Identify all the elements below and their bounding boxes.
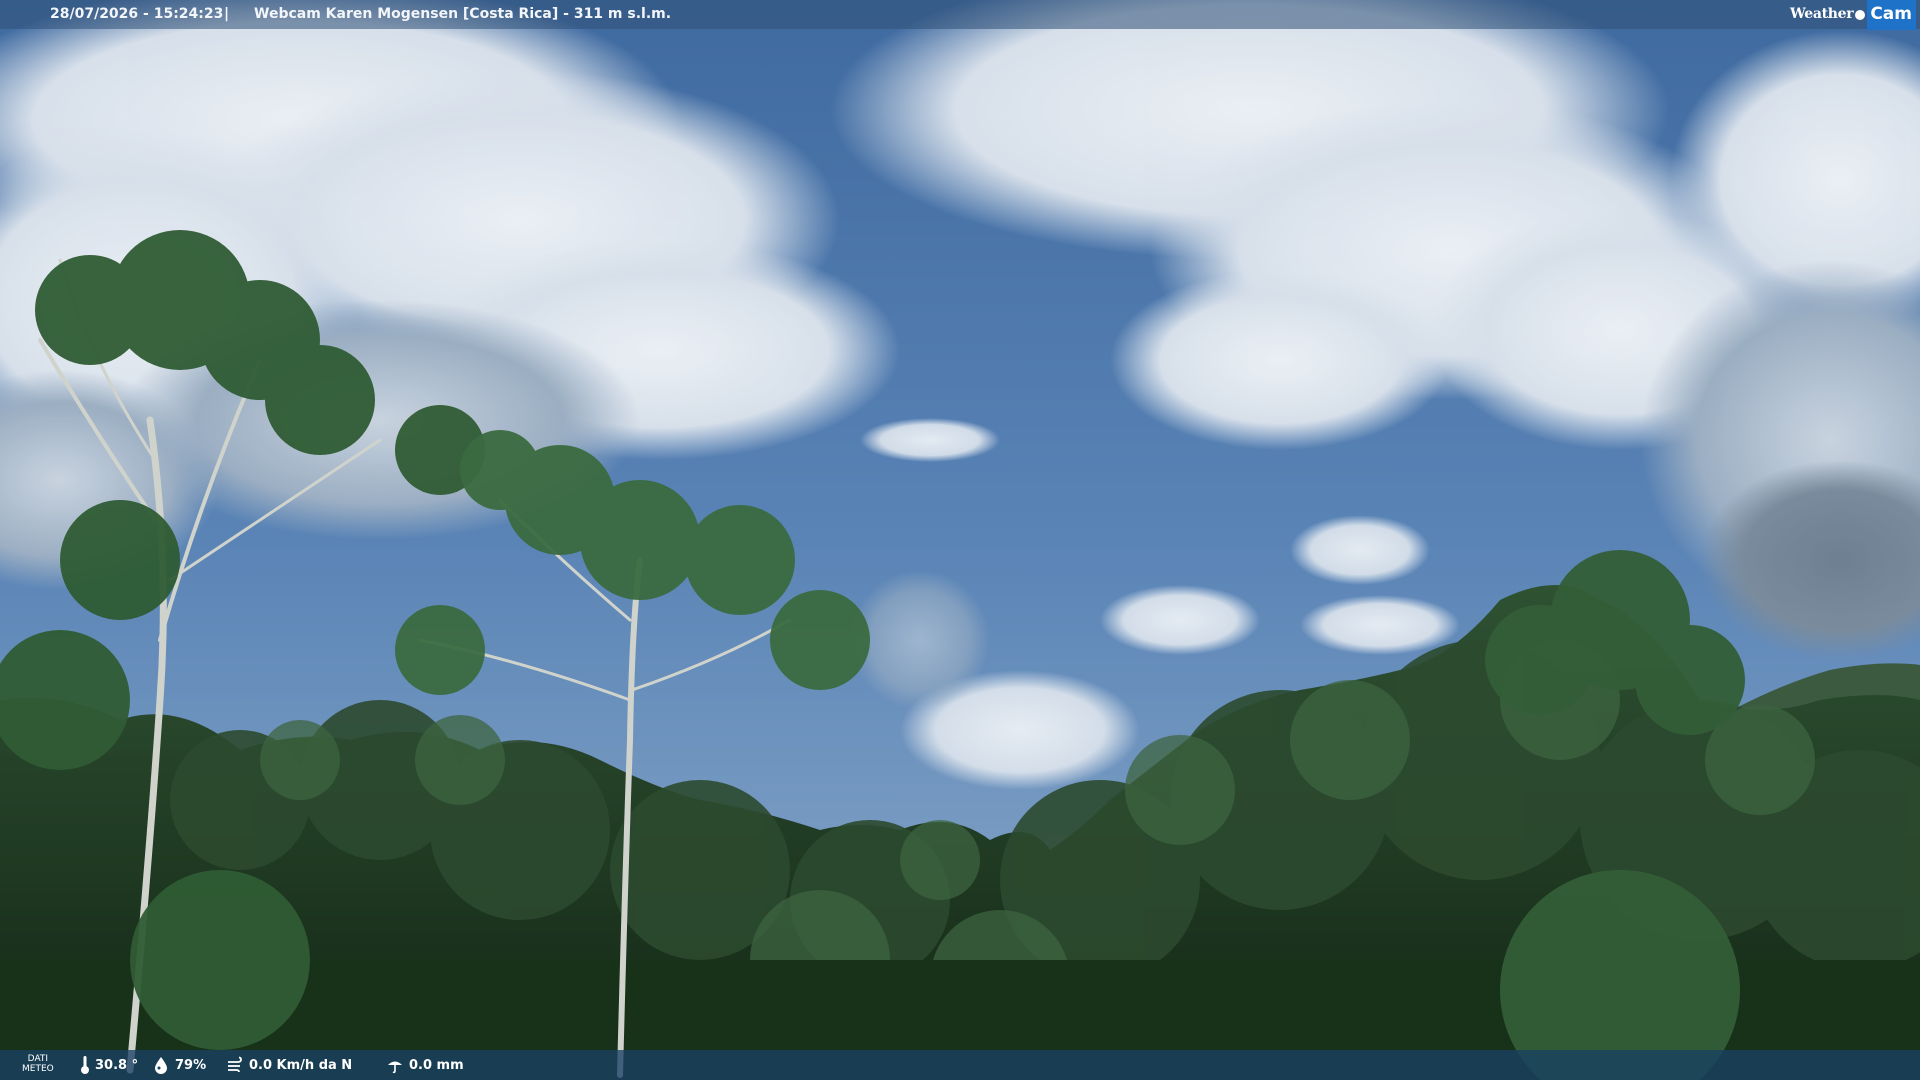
temperature-metric: 30.8 °: [80, 1050, 138, 1080]
humidity-value: 79%: [175, 1057, 207, 1073]
rain-metric: 0.0 mm: [386, 1050, 464, 1080]
wind-icon: [228, 1056, 242, 1073]
wind-value: 0.0 Km/h da N: [249, 1057, 353, 1073]
temperature-value: 30.8 °: [95, 1057, 139, 1073]
brand-cam: Cam: [1867, 0, 1916, 30]
rain-icon: [388, 1061, 402, 1074]
wind-metric: 0.0 Km/h da N: [226, 1050, 352, 1080]
meteo-label-line1: DATI: [27, 1054, 49, 1064]
brand-dot-icon: [1855, 9, 1866, 20]
webcam-caption-bar: 28/07/2026 - 15:24:23 | Webcam Karen Mog…: [0, 0, 1920, 30]
weathercam-logo: Weather Cam: [1789, 0, 1920, 30]
brand-weather: Weather: [1789, 6, 1854, 22]
humidity-metric: 79%: [152, 1050, 206, 1080]
humidity-icon: [155, 1057, 167, 1074]
meteo-bar: DATI METEO 30.8 ° 79% 0.0 Km/h da N 0.0 …: [0, 1050, 1920, 1080]
meteo-label: DATI METEO: [22, 1054, 54, 1074]
webcam-location: Webcam Karen Mogensen [Costa Rica] - 311…: [254, 6, 672, 22]
thermometer-icon: [81, 1056, 89, 1074]
caption-separator: |: [224, 6, 230, 22]
webcam-frame: 28/07/2026 - 15:24:23 | Webcam Karen Mog…: [0, 0, 1920, 1080]
meteo-label-line2: METEO: [22, 1064, 54, 1074]
rain-value: 0.0 mm: [409, 1057, 464, 1073]
capture-datetime: 28/07/2026 - 15:24:23: [50, 6, 224, 22]
landscape-photo: [0, 0, 1920, 1080]
